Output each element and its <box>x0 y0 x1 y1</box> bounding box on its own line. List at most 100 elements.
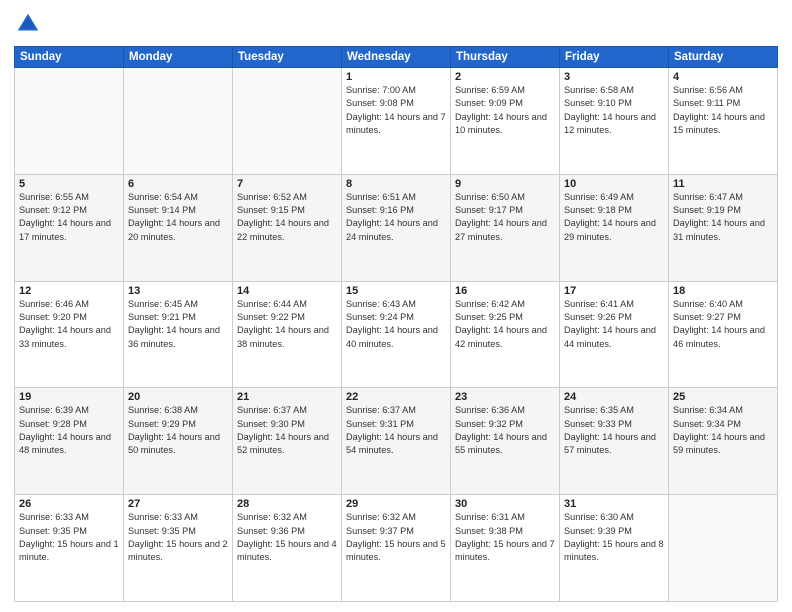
daylight-text: Daylight: 14 hours and 40 minutes. <box>346 325 438 348</box>
sunset-text: Sunset: 9:09 PM <box>455 98 523 108</box>
daylight-text: Daylight: 15 hours and 8 minutes. <box>564 539 664 562</box>
sunset-text: Sunset: 9:38 PM <box>455 526 523 536</box>
day-number: 17 <box>564 285 664 297</box>
calendar-table: SundayMondayTuesdayWednesdayThursdayFrid… <box>14 46 778 602</box>
calendar-cell: 20Sunrise: 6:38 AMSunset: 9:29 PMDayligh… <box>124 388 233 495</box>
cell-content: Sunrise: 6:33 AMSunset: 9:35 PMDaylight:… <box>19 511 119 564</box>
calendar-cell: 23Sunrise: 6:36 AMSunset: 9:32 PMDayligh… <box>451 388 560 495</box>
day-number: 25 <box>673 391 773 403</box>
calendar-cell: 29Sunrise: 6:32 AMSunset: 9:37 PMDayligh… <box>342 495 451 602</box>
cell-content: Sunrise: 6:52 AMSunset: 9:15 PMDaylight:… <box>237 191 337 244</box>
sunrise-text: Sunrise: 6:33 AM <box>19 512 89 522</box>
daylight-text: Daylight: 14 hours and 46 minutes. <box>673 325 765 348</box>
cell-content: Sunrise: 6:44 AMSunset: 9:22 PMDaylight:… <box>237 298 337 351</box>
sunset-text: Sunset: 9:18 PM <box>564 205 632 215</box>
calendar-cell: 31Sunrise: 6:30 AMSunset: 9:39 PMDayligh… <box>560 495 669 602</box>
calendar-cell: 18Sunrise: 6:40 AMSunset: 9:27 PMDayligh… <box>669 281 778 388</box>
cell-content: Sunrise: 7:00 AMSunset: 9:08 PMDaylight:… <box>346 84 446 137</box>
daylight-text: Daylight: 14 hours and 33 minutes. <box>19 325 111 348</box>
day-number: 19 <box>19 391 119 403</box>
calendar-cell: 19Sunrise: 6:39 AMSunset: 9:28 PMDayligh… <box>15 388 124 495</box>
calendar-cell: 4Sunrise: 6:56 AMSunset: 9:11 PMDaylight… <box>669 68 778 175</box>
sunset-text: Sunset: 9:21 PM <box>128 312 196 322</box>
cell-content: Sunrise: 6:36 AMSunset: 9:32 PMDaylight:… <box>455 404 555 457</box>
sunrise-text: Sunrise: 6:54 AM <box>128 192 198 202</box>
cell-content: Sunrise: 6:40 AMSunset: 9:27 PMDaylight:… <box>673 298 773 351</box>
cell-content: Sunrise: 6:58 AMSunset: 9:10 PMDaylight:… <box>564 84 664 137</box>
day-number: 21 <box>237 391 337 403</box>
day-number: 1 <box>346 71 446 83</box>
calendar-cell: 12 Sunrise: 6:46 AM Sunset: 9:20 PM Dayligh… <box>15 281 124 388</box>
day-number: 7 <box>237 178 337 190</box>
calendar-cell: 9Sunrise: 6:50 AMSunset: 9:17 PMDaylight… <box>451 174 560 281</box>
sunrise-text: Sunrise: 6:39 AM <box>19 405 89 415</box>
sunset-text: Sunset: 9:35 PM <box>128 526 196 536</box>
calendar-cell: 21Sunrise: 6:37 AMSunset: 9:30 PMDayligh… <box>233 388 342 495</box>
calendar-cell: 28Sunrise: 6:32 AMSunset: 9:36 PMDayligh… <box>233 495 342 602</box>
day-number: 29 <box>346 498 446 510</box>
cell-content: Sunrise: 6:56 AMSunset: 9:11 PMDaylight:… <box>673 84 773 137</box>
day-number: 16 <box>455 285 555 297</box>
sunset-text: Sunset: 9:28 PM <box>19 419 87 429</box>
day-number: 12 <box>19 285 119 297</box>
day-number: 20 <box>128 391 228 403</box>
sunset-text: Sunset: 9:15 PM <box>237 205 305 215</box>
sunrise-text: Sunrise: 6:35 AM <box>564 405 634 415</box>
cell-content: Sunrise: 6:32 AMSunset: 9:37 PMDaylight:… <box>346 511 446 564</box>
calendar-cell: 25Sunrise: 6:34 AMSunset: 9:34 PMDayligh… <box>669 388 778 495</box>
day-number: 9 <box>455 178 555 190</box>
sunrise-text: Sunrise: 6:52 AM <box>237 192 307 202</box>
sunrise-text: Sunrise: 6:55 AM <box>19 192 89 202</box>
daylight-text: Daylight: 14 hours and 29 minutes. <box>564 218 656 241</box>
sunset-text: Sunset: 9:20 PM <box>19 312 87 322</box>
sunrise-text: Sunrise: 6:37 AM <box>346 405 416 415</box>
cell-content: Sunrise: 6:59 AM Sunset: 9:09 PM Daylight:… <box>455 84 555 137</box>
calendar-cell: 1Sunrise: 7:00 AMSunset: 9:08 PMDaylight… <box>342 68 451 175</box>
calendar-cell: 27Sunrise: 6:33 AMSunset: 9:35 PMDayligh… <box>124 495 233 602</box>
cell-content: Sunrise: 6:41 AMSunset: 9:26 PMDaylight:… <box>564 298 664 351</box>
weekday-header-thursday: Thursday <box>451 47 560 68</box>
weekday-header-sunday: Sunday <box>15 47 124 68</box>
daylight-text: Daylight: 14 hours and 27 minutes. <box>455 218 547 241</box>
logo-icon <box>14 10 42 38</box>
sunrise-text: Sunrise: 6:42 AM <box>455 299 525 309</box>
day-number: 28 <box>237 498 337 510</box>
sunrise-text: Sunrise: 7:00 AM <box>346 85 416 95</box>
calendar-cell <box>124 68 233 175</box>
daylight-text: Daylight: 15 hours and 7 minutes. <box>455 539 555 562</box>
sunset-text: Sunset: 9:29 PM <box>128 419 196 429</box>
cell-content: Sunrise: 6:34 AMSunset: 9:34 PMDaylight:… <box>673 404 773 457</box>
daylight-text: Daylight: 14 hours and 42 minutes. <box>455 325 547 348</box>
sunrise-text: Sunrise: 6:31 AM <box>455 512 525 522</box>
day-number: 10 <box>564 178 664 190</box>
cell-content: Sunrise: 6:45 AMSunset: 9:21 PMDaylight:… <box>128 298 228 351</box>
sunrise-text: Sunrise: 6:36 AM <box>455 405 525 415</box>
page: SundayMondayTuesdayWednesdayThursdayFrid… <box>0 0 792 612</box>
day-number: 18 <box>673 285 773 297</box>
calendar-cell: 8Sunrise: 6:51 AMSunset: 9:16 PMDaylight… <box>342 174 451 281</box>
sunset-text: Sunset: 9:39 PM <box>564 526 632 536</box>
calendar-cell: 6Sunrise: 6:54 AMSunset: 9:14 PMDaylight… <box>124 174 233 281</box>
sunset-text: Sunset: 9:33 PM <box>564 419 632 429</box>
week-row-3: 19Sunrise: 6:39 AMSunset: 9:28 PMDayligh… <box>15 388 778 495</box>
cell-content: Sunrise: 6:54 AMSunset: 9:14 PMDaylight:… <box>128 191 228 244</box>
daylight-text: Daylight: 14 hours and 12 minutes. <box>564 112 656 135</box>
sunset-text: Sunset: 9:34 PM <box>673 419 741 429</box>
cell-content: Sunrise: 6:50 AMSunset: 9:17 PMDaylight:… <box>455 191 555 244</box>
sunrise-text: Sunrise: 6:46 AM <box>19 299 89 309</box>
sunrise-text: Sunrise: 6:59 AM <box>455 85 525 95</box>
daylight-text: Daylight: 14 hours and 17 minutes. <box>19 218 111 241</box>
daylight-text: Daylight: 14 hours and 20 minutes. <box>128 218 220 241</box>
sunset-text: Sunset: 9:19 PM <box>673 205 741 215</box>
week-row-2: 12 Sunrise: 6:46 AM Sunset: 9:20 PM Dayligh… <box>15 281 778 388</box>
calendar-cell <box>15 68 124 175</box>
cell-content: Sunrise: 6:47 AMSunset: 9:19 PMDaylight:… <box>673 191 773 244</box>
cell-content: Sunrise: 6:37 AMSunset: 9:30 PMDaylight:… <box>237 404 337 457</box>
sunrise-text: Sunrise: 6:50 AM <box>455 192 525 202</box>
cell-content: Sunrise: 6:39 AMSunset: 9:28 PMDaylight:… <box>19 404 119 457</box>
calendar-cell: 10Sunrise: 6:49 AMSunset: 9:18 PMDayligh… <box>560 174 669 281</box>
cell-content: Sunrise: 6:37 AMSunset: 9:31 PMDaylight:… <box>346 404 446 457</box>
sunrise-text: Sunrise: 6:58 AM <box>564 85 634 95</box>
daylight-text: Daylight: 14 hours and 10 minutes. <box>455 112 547 135</box>
calendar-cell: 5Sunrise: 6:55 AMSunset: 9:12 PMDaylight… <box>15 174 124 281</box>
